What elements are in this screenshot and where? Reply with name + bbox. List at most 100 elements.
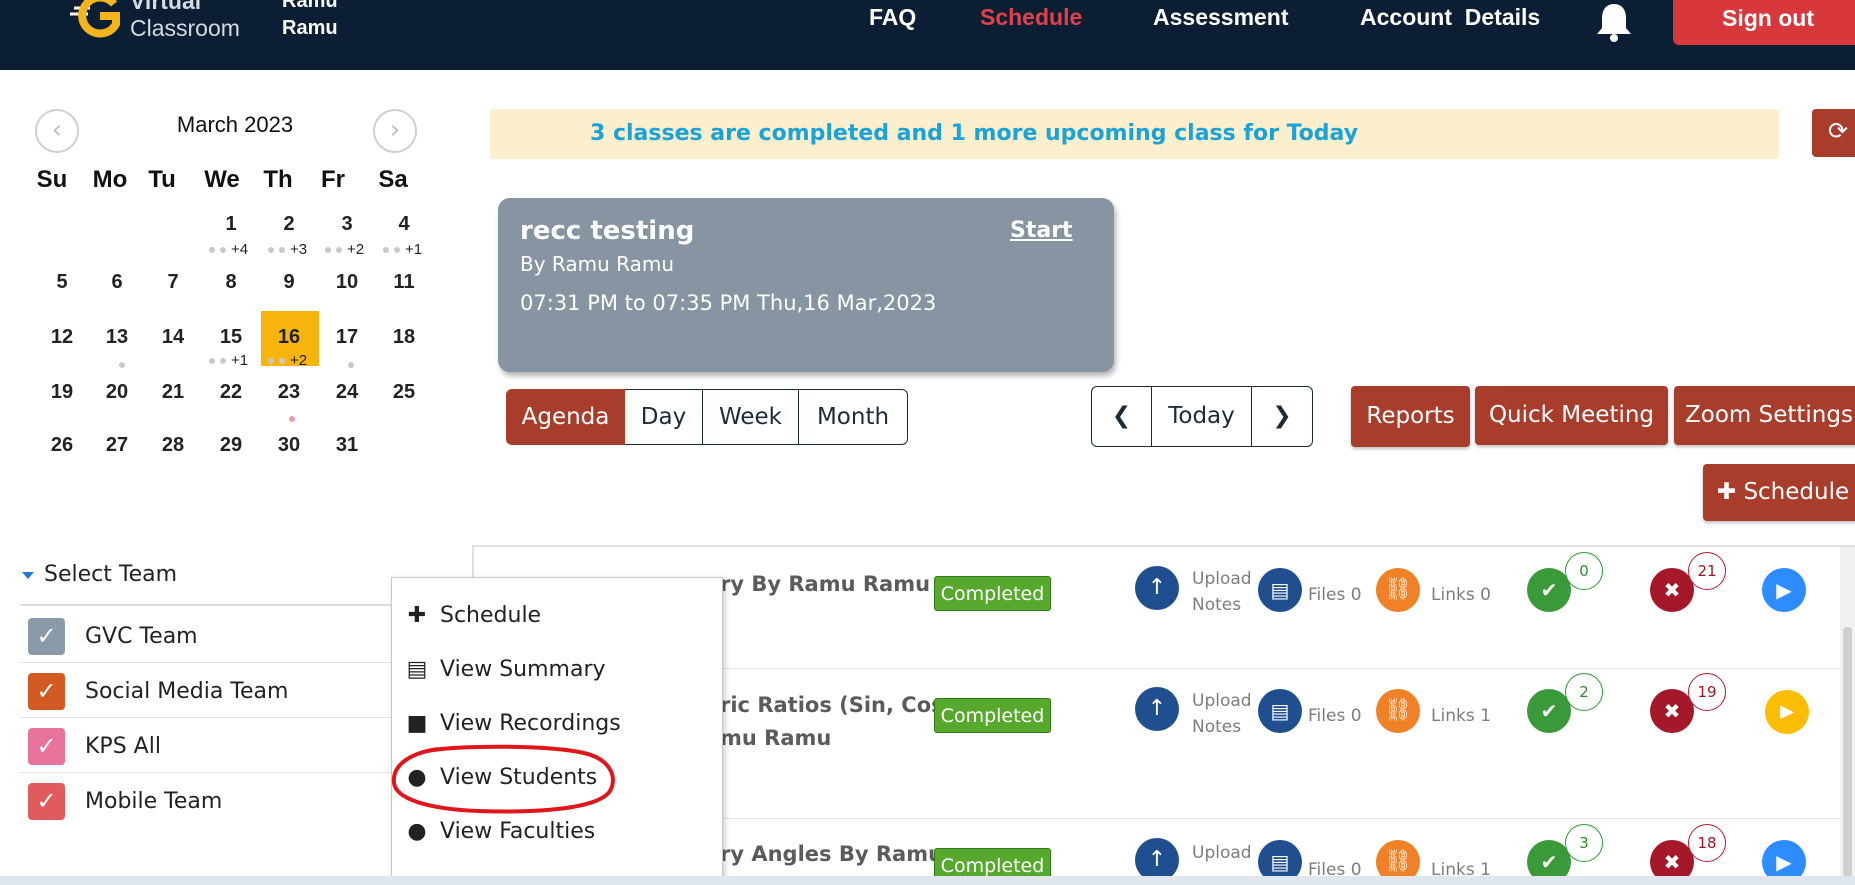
status-badge: Completed — [934, 576, 1051, 611]
calendar-day[interactable]: 26 — [37, 434, 87, 457]
calendar-day[interactable]: 19 — [37, 381, 87, 404]
calendar-day[interactable]: 24 — [322, 381, 372, 404]
add-schedule-button[interactable]: ✚ Schedule — [1703, 464, 1855, 521]
menu-item-view-faculties[interactable]: ● View Faculties — [404, 819, 595, 844]
weekday-label: Th — [263, 166, 293, 193]
nav-schedule[interactable]: Schedule — [980, 4, 1082, 31]
sign-out-button[interactable]: Sign out — [1673, 0, 1855, 45]
calendar-day[interactable]: 20 — [92, 381, 142, 404]
team-label: Social Media Team — [85, 679, 289, 704]
calendar-day[interactable]: 4 — [379, 213, 429, 236]
checkbox-checked-icon[interactable]: ✓ — [28, 673, 65, 710]
calendar-day[interactable]: 10 — [322, 271, 372, 294]
team-item[interactable]: ✓ KPS All — [20, 718, 400, 773]
team-item[interactable]: ✓ Mobile Team — [20, 773, 400, 828]
nav-assessment[interactable]: Assessment — [1153, 4, 1289, 31]
calendar-day[interactable]: 7 — [148, 271, 198, 294]
files-icon[interactable]: ▤ — [1258, 568, 1302, 612]
calendar-day[interactable]: 27 — [92, 434, 142, 457]
google-meet-icon[interactable]: ▶ — [1765, 690, 1809, 734]
class-row-title[interactable]: ric Ratios (Sin, Cos, mu Ramu — [720, 689, 952, 755]
quick-meeting-button[interactable]: Quick Meeting — [1475, 386, 1668, 445]
calendar-day[interactable]: 9 — [264, 271, 314, 294]
weekday-label: We — [204, 166, 240, 193]
calendar-prev-button[interactable]: ‹ — [35, 109, 79, 153]
view-day-button[interactable]: Day — [625, 389, 703, 445]
team-label: GVC Team — [85, 624, 198, 649]
weekday-label: Mo — [92, 166, 128, 193]
checkbox-checked-icon[interactable]: ✓ — [28, 728, 65, 765]
start-class-link[interactable]: Start — [1010, 218, 1073, 243]
classes-status-alert: 3 classes are completed and 1 more upcom… — [490, 109, 1779, 159]
class-row-title[interactable]: ry Angles By Ramu — [720, 838, 943, 871]
calendar-day[interactable]: 12 — [37, 326, 87, 349]
calendar-next-button[interactable]: › — [373, 109, 417, 153]
calendar-day[interactable]: 17 — [322, 326, 372, 349]
view-month-button[interactable]: Month — [799, 389, 908, 445]
calendar-day[interactable]: 6 — [92, 271, 142, 294]
files-icon[interactable]: ▤ — [1258, 689, 1302, 733]
calendar-day[interactable]: 31 — [322, 434, 372, 457]
app-root: Virtual Classroom Ramu Ramu FAQ Schedule… — [0, 0, 1855, 885]
highlight-annotation — [391, 744, 615, 814]
weekday-label: Fr — [321, 166, 345, 193]
weekday-label: Sa — [378, 166, 408, 193]
zoom-settings-button[interactable]: Zoom Settings — [1674, 386, 1855, 445]
calendar-day[interactable]: 5 — [37, 271, 87, 294]
team-item[interactable]: ✓ Social Media Team — [20, 663, 400, 718]
view-week-button[interactable]: Week — [703, 389, 799, 445]
calendar-day[interactable]: 13 — [92, 326, 142, 349]
caret-down-icon — [22, 571, 34, 579]
calendar-day[interactable]: 2 — [264, 213, 314, 236]
menu-item-view-recordings[interactable]: ■ View Recordings — [404, 711, 621, 736]
bell-icon[interactable] — [1592, 0, 1636, 44]
view-switcher: Agenda Day Week Month — [506, 389, 908, 445]
team-item[interactable]: ✓ GVC Team — [20, 608, 400, 663]
user-icon: ● — [407, 819, 427, 844]
calendar-day[interactable]: 23 — [264, 381, 314, 404]
pager-next-button[interactable]: ❯ — [1252, 386, 1313, 447]
pager-today-button[interactable]: Today — [1152, 386, 1252, 447]
view-agenda-button[interactable]: Agenda — [506, 389, 625, 445]
checkbox-checked-icon[interactable]: ✓ — [28, 783, 65, 820]
refresh-button[interactable]: ⟳ — [1812, 109, 1855, 157]
calendar-day[interactable]: 18 — [379, 326, 429, 349]
scrollbar-thumb[interactable] — [1843, 627, 1852, 877]
calendar-day[interactable]: 25 — [379, 381, 429, 404]
calendar-day[interactable]: 14 — [148, 326, 198, 349]
calendar-day[interactable]: 29 — [206, 434, 256, 457]
event-count: +4 — [209, 241, 248, 258]
upload-notes-icon[interactable]: ↑ — [1135, 566, 1179, 610]
select-team-toggle[interactable]: Select Team — [22, 562, 177, 587]
pager-prev-button[interactable]: ❮ — [1091, 386, 1152, 447]
links-icon[interactable]: ⛓ — [1376, 568, 1420, 612]
calendar-day[interactable]: 3 — [322, 213, 372, 236]
calendar-day[interactable]: 15 — [206, 326, 256, 349]
calendar-day[interactable]: 1 — [206, 213, 256, 236]
calendar-day[interactable]: 30 — [264, 434, 314, 457]
reports-button[interactable]: Reports — [1351, 386, 1470, 447]
alert-message: 3 classes are completed and 1 more upcom… — [590, 121, 1359, 146]
calendar-day-today[interactable]: 16 — [264, 326, 314, 349]
calendar-day[interactable]: 8 — [206, 271, 256, 294]
upload-notes-icon[interactable]: ↑ — [1135, 687, 1179, 731]
calendar-day[interactable]: 21 — [148, 381, 198, 404]
zoom-video-icon[interactable]: ▶ — [1762, 568, 1806, 612]
calendar-day[interactable]: 22 — [206, 381, 256, 404]
checkbox-checked-icon[interactable]: ✓ — [28, 618, 65, 655]
calendar-day[interactable]: 28 — [148, 434, 198, 457]
table-scrollbar[interactable] — [1840, 547, 1855, 885]
calendar-day[interactable]: 11 — [379, 271, 429, 294]
nav-account-details[interactable]: Account Details — [1360, 4, 1540, 31]
brand-line-2: Classroom — [130, 15, 240, 41]
menu-item-schedule[interactable]: ✚ Schedule — [404, 603, 541, 628]
links-count: Links 0 — [1431, 585, 1491, 605]
class-row-title[interactable]: ry By Ramu Ramu — [720, 568, 930, 601]
plus-icon: ✚ — [1716, 479, 1737, 505]
class-time: 07:31 PM to 07:35 PM Thu,16 Mar,2023 — [520, 291, 937, 315]
menu-item-view-summary[interactable]: ▤ View Summary — [404, 657, 606, 682]
links-icon[interactable]: ⛓ — [1376, 689, 1420, 733]
class-title: recc testing — [520, 216, 695, 246]
nav-faq[interactable]: FAQ — [869, 4, 916, 31]
event-count: +1 — [383, 241, 422, 258]
